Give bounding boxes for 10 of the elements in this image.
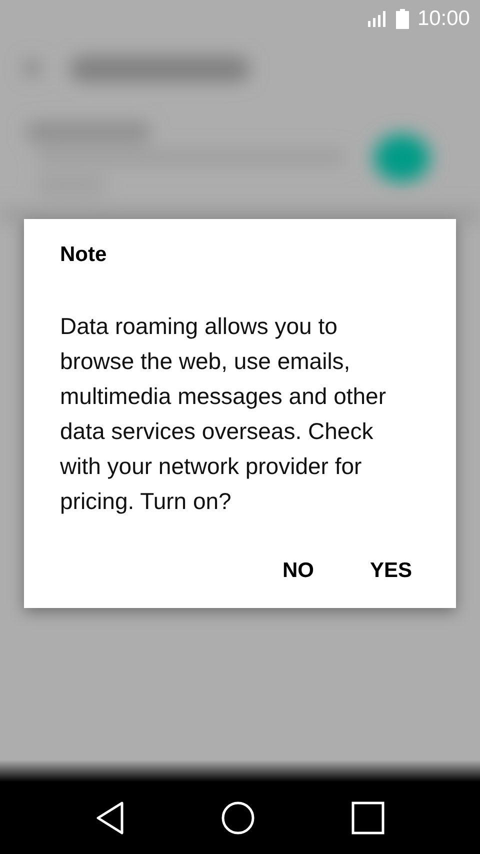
home-icon[interactable]: [221, 801, 255, 835]
battery-icon: [396, 9, 410, 29]
dialog-title: Note: [60, 243, 108, 267]
back-icon[interactable]: [95, 801, 125, 835]
dialog-button[interactable]: NO: [260, 553, 336, 589]
recent-apps-icon[interactable]: [351, 801, 385, 835]
dialog-button[interactable]: YES: [348, 553, 434, 589]
signal-icon: [368, 11, 388, 27]
status-time: 10:00: [417, 7, 470, 31]
dialog-message: Data roaming allows you to browse the web, use emails, multimedia messages and other data services overseas. Check with your network provider for pricing. Turn on?: [60, 312, 387, 516]
